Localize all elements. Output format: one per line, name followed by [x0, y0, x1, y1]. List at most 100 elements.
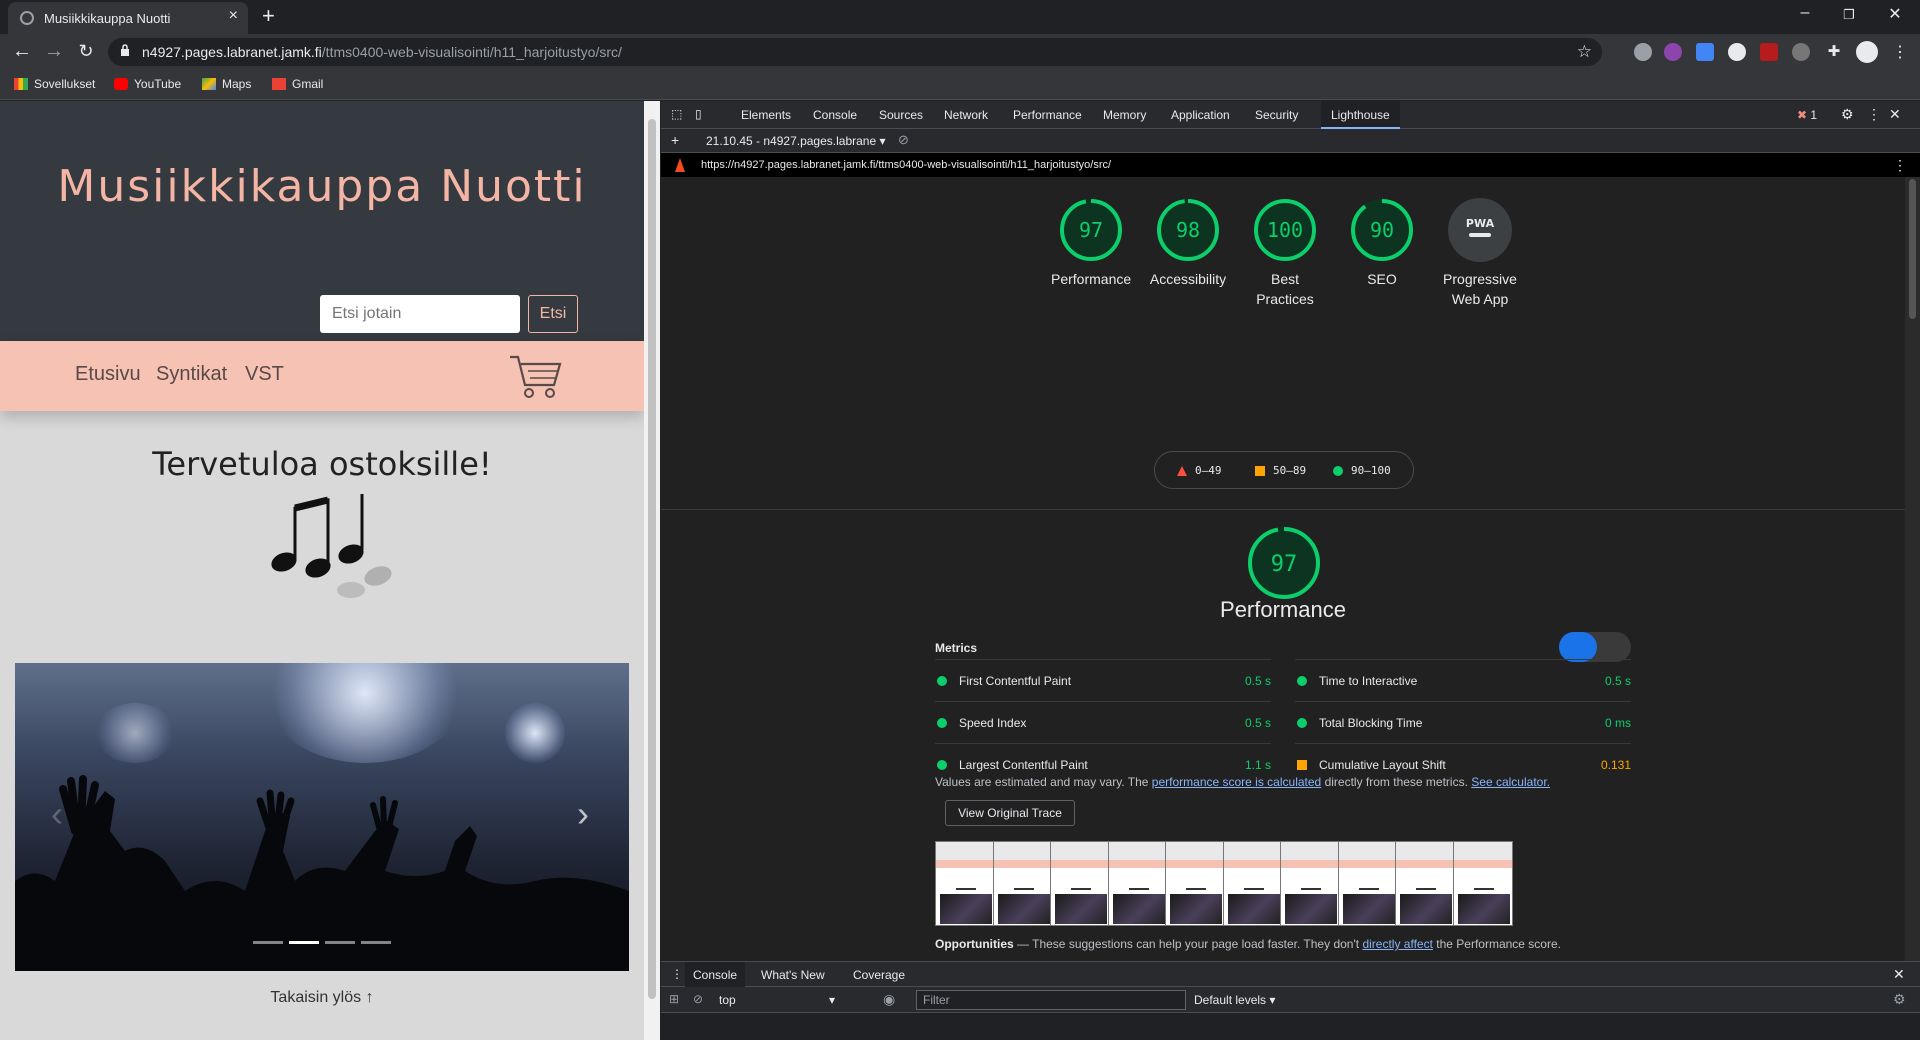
filmstrip-frame: [1337, 841, 1398, 926]
tab-lighthouse[interactable]: Lighthouse: [1321, 101, 1400, 129]
carousel-indicator[interactable]: [253, 941, 283, 944]
menu-icon[interactable]: ⋮: [1888, 42, 1912, 62]
extension-icon[interactable]: [1792, 43, 1810, 61]
back-icon[interactable]: ←: [10, 40, 34, 63]
site-navbar: Etusivu Syntikat VST: [0, 341, 644, 411]
device-toolbar-icon[interactable]: ▯: [695, 107, 702, 121]
nav-link-etusivu[interactable]: Etusivu: [75, 363, 141, 386]
metrics-heading: Metrics: [935, 641, 978, 655]
new-report-icon[interactable]: +: [671, 132, 679, 148]
search-input[interactable]: [320, 295, 520, 333]
score-gauge-performance[interactable]: 97 Performance: [1051, 197, 1131, 289]
tab-network[interactable]: Network: [944, 108, 988, 122]
bookmark-maps[interactable]: Maps: [202, 77, 251, 91]
extension-icon[interactable]: [1696, 43, 1714, 61]
performance-main-gauge: 97: [1244, 525, 1324, 601]
console-settings-icon[interactable]: ⚙: [1893, 991, 1906, 1008]
opportunities-heading: Opportunities — These suggestions can he…: [935, 937, 1561, 951]
bookmark-apps[interactable]: Sovellukset: [14, 77, 95, 91]
browser-tab[interactable]: Musiikkikauppa Nuotti ×: [8, 2, 248, 34]
gauge-ring: 90: [1351, 199, 1413, 261]
extension-icon[interactable]: [1664, 43, 1682, 61]
site-title: Musiikkikauppa Nuotti: [57, 161, 587, 212]
view-original-trace-button[interactable]: View Original Trace: [945, 800, 1075, 826]
report-menu-icon[interactable]: ⋮: [1893, 157, 1907, 174]
svg-text:PWA: PWA: [1466, 217, 1495, 230]
carousel-indicator[interactable]: [325, 941, 355, 944]
devtools-menu-icon[interactable]: ⋮: [1867, 106, 1881, 123]
page-scrollbar[interactable]: [644, 101, 660, 1040]
carousel-indicator[interactable]: [361, 941, 391, 944]
drive-extension-icon[interactable]: [1634, 43, 1652, 61]
tab-performance[interactable]: Performance: [1013, 108, 1082, 122]
error-count-badge[interactable]: ✖ 1: [1797, 108, 1817, 122]
report-scrollbar[interactable]: [1905, 177, 1920, 961]
clear-icon[interactable]: ⊘: [898, 132, 909, 148]
log-levels-dropdown[interactable]: Default levels ▾: [1194, 993, 1275, 1007]
clear-console-icon[interactable]: ⊘: [693, 992, 703, 1006]
carousel-prev-icon[interactable]: ‹: [51, 793, 63, 835]
tab-sources[interactable]: Sources: [879, 108, 923, 122]
nav-link-syntikat[interactable]: Syntikat: [156, 363, 227, 386]
shopping-cart-icon[interactable]: [508, 351, 564, 401]
directly-affect-link[interactable]: directly affect: [1362, 937, 1432, 951]
eye-icon[interactable]: ◉: [883, 991, 895, 1008]
legend-item-good: 90–100: [1333, 464, 1391, 477]
new-tab-icon[interactable]: +: [262, 3, 275, 29]
address-bar[interactable]: n4927.pages.labranet.jamk.fi/ttms0400-we…: [108, 38, 1602, 66]
close-tab-icon[interactable]: ×: [229, 7, 238, 25]
tab-security[interactable]: Security: [1255, 108, 1298, 122]
search-button[interactable]: Etsi: [528, 295, 578, 333]
gauge-ring: 98: [1157, 199, 1219, 261]
drawer-tab-console[interactable]: Console: [685, 962, 746, 988]
reload-icon[interactable]: ↻: [74, 41, 98, 62]
svg-text:100: 100: [1267, 218, 1303, 242]
forward-icon[interactable]: →: [42, 40, 66, 63]
see-calculator-link[interactable]: See calculator.: [1471, 775, 1550, 789]
drawer-tab-coverage[interactable]: Coverage: [853, 968, 905, 982]
extension-icon[interactable]: [1728, 43, 1746, 61]
score-gauge-best-practices[interactable]: 100 Best Practices: [1245, 197, 1325, 309]
bookmark-gmail[interactable]: Gmail: [272, 77, 323, 91]
sidebar-toggle-icon[interactable]: ⊞: [669, 992, 679, 1006]
gauge-label: SEO: [1367, 271, 1397, 287]
close-devtools-icon[interactable]: ✕: [1889, 106, 1901, 123]
settings-gear-icon[interactable]: ⚙: [1841, 106, 1854, 123]
close-drawer-icon[interactable]: ✕: [1893, 966, 1905, 983]
score-gauge-pwa[interactable]: PWA Progressive Web App: [1428, 197, 1532, 309]
bookmark-star-icon[interactable]: ☆: [1577, 42, 1592, 62]
puzzle-icon[interactable]: ✚: [1822, 42, 1846, 60]
score-calculated-link[interactable]: performance score is calculated: [1152, 775, 1321, 789]
tab-elements[interactable]: Elements: [741, 108, 791, 122]
context-selector[interactable]: top ▾: [719, 993, 835, 1007]
window-close-icon[interactable]: ✕: [1880, 4, 1910, 24]
toggle-compact-icon[interactable]: [1559, 632, 1597, 662]
tab-memory[interactable]: Memory: [1103, 108, 1146, 122]
carousel-indicator-active[interactable]: [289, 941, 319, 944]
console-output[interactable]: [661, 1013, 1920, 1040]
restore-icon[interactable]: ❐: [1834, 7, 1864, 23]
tab-application[interactable]: Application: [1171, 108, 1230, 122]
nav-link-vst[interactable]: VST: [245, 363, 284, 386]
metrics-view-toggle[interactable]: [1559, 632, 1631, 662]
back-to-top-link[interactable]: Takaisin ylös ↑: [0, 989, 644, 1007]
report-url-link[interactable]: https://n4927.pages.labranet.jamk.fi/ttm…: [701, 159, 1111, 171]
profile-avatar-icon[interactable]: [1856, 41, 1878, 63]
filmstrip-frame: [1280, 841, 1340, 926]
score-gauge-accessibility[interactable]: 98 Accessibility: [1148, 197, 1228, 289]
inspect-element-icon[interactable]: ⬚: [671, 107, 682, 121]
ublock-icon[interactable]: [1760, 43, 1778, 61]
image-carousel[interactable]: ‹ ›: [15, 663, 629, 971]
drawer-menu-icon[interactable]: ⋮: [671, 967, 683, 981]
report-selector[interactable]: 21.10.45 - n4927.pages.labrane ▾: [706, 134, 886, 148]
carousel-next-icon[interactable]: ›: [577, 793, 589, 835]
console-filter-input[interactable]: Filter: [916, 990, 1186, 1010]
score-gauge-seo[interactable]: 90 SEO: [1342, 197, 1422, 289]
drawer-tab-whats-new[interactable]: What's New: [761, 968, 825, 982]
drawer-tab-bar: ⋮ Console What's New Coverage ✕: [661, 961, 1920, 988]
tab-console[interactable]: Console: [813, 108, 857, 122]
concert-crowd-image: [15, 775, 629, 971]
bookmark-youtube[interactable]: YouTube: [114, 77, 181, 91]
minimize-icon[interactable]: –: [1790, 4, 1820, 22]
url-text: n4927.pages.labranet.jamk.fi/ttms0400-we…: [142, 44, 622, 60]
